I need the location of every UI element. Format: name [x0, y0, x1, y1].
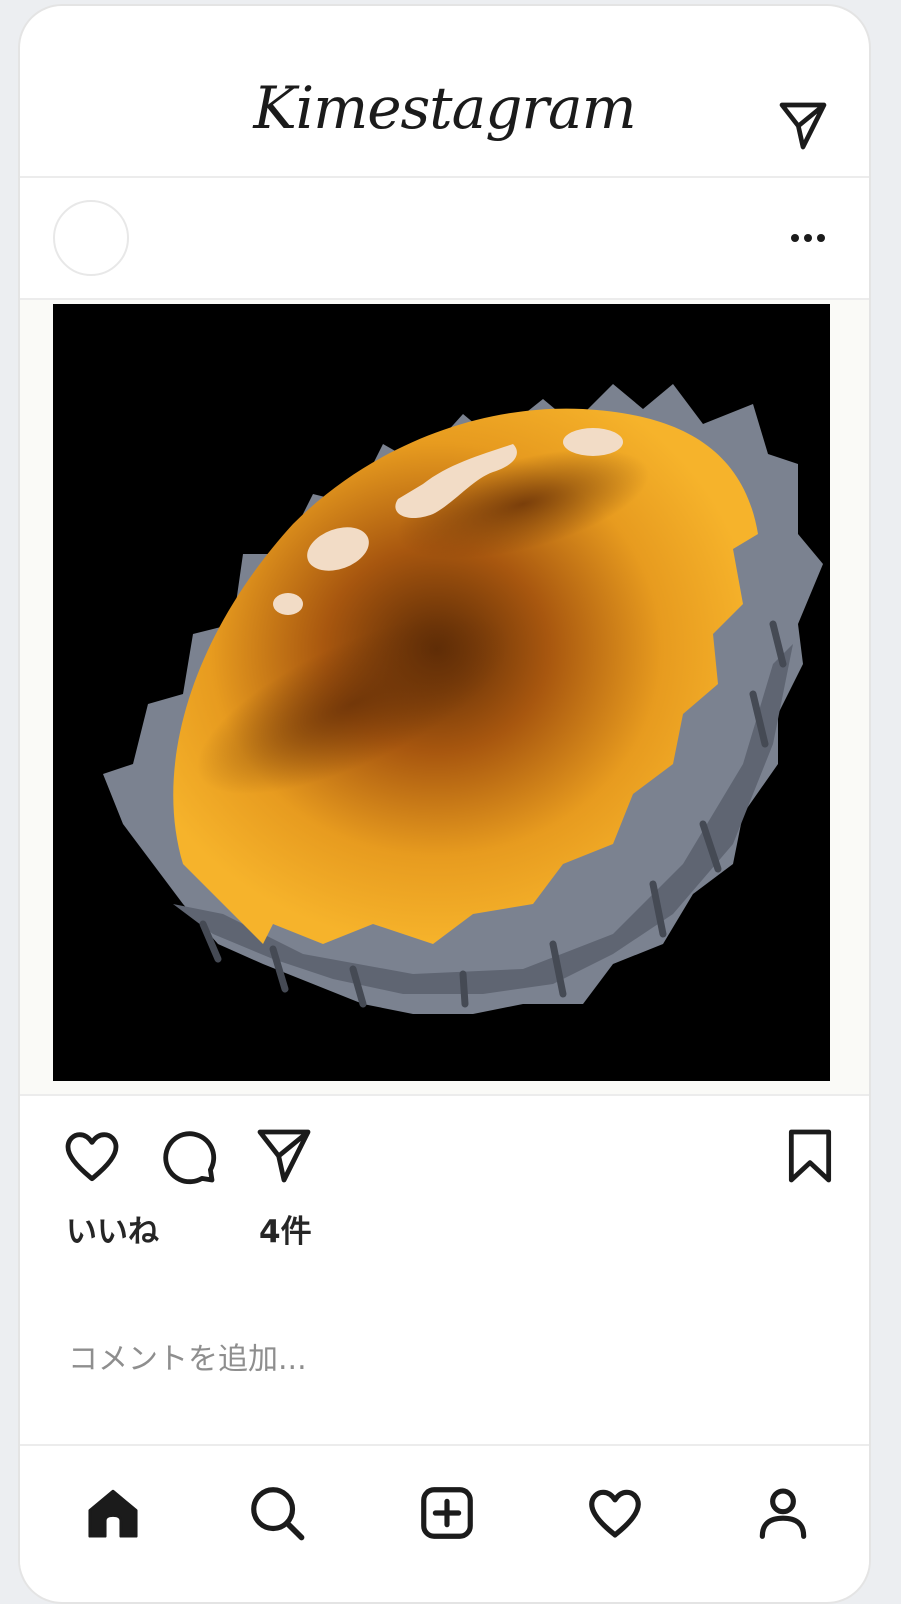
top-header: Kimestagram [20, 6, 869, 178]
avatar[interactable] [53, 200, 129, 276]
search-icon[interactable] [246, 1482, 308, 1544]
post-actions [20, 1096, 869, 1216]
add-comment-input[interactable] [66, 1341, 770, 1378]
bottom-navigation [20, 1444, 869, 1574]
activity-heart-icon[interactable] [584, 1482, 646, 1544]
likes-label: いいね [66, 1214, 159, 1250]
post-photo[interactable] [53, 304, 830, 1081]
post-media [20, 300, 869, 1096]
share-paper-plane-icon[interactable] [252, 1124, 316, 1188]
profile-icon[interactable] [752, 1482, 814, 1544]
like-heart-icon[interactable] [60, 1124, 124, 1188]
home-icon[interactable] [82, 1482, 144, 1544]
direct-message-icon[interactable] [775, 98, 831, 154]
app-frame: Kimestagram いいね 4件 コメントを追加... [18, 4, 871, 1604]
bookmark-icon[interactable] [778, 1124, 842, 1188]
app-logo: Kimestagram [253, 74, 636, 142]
add-post-icon[interactable] [416, 1482, 478, 1544]
comment-bubble-icon[interactable] [156, 1124, 220, 1188]
likes-number: 4件 [259, 1214, 312, 1250]
likes-count[interactable]: いいね 4件 [66, 1206, 312, 1251]
post-header [20, 178, 869, 300]
more-options-icon[interactable] [783, 218, 833, 258]
